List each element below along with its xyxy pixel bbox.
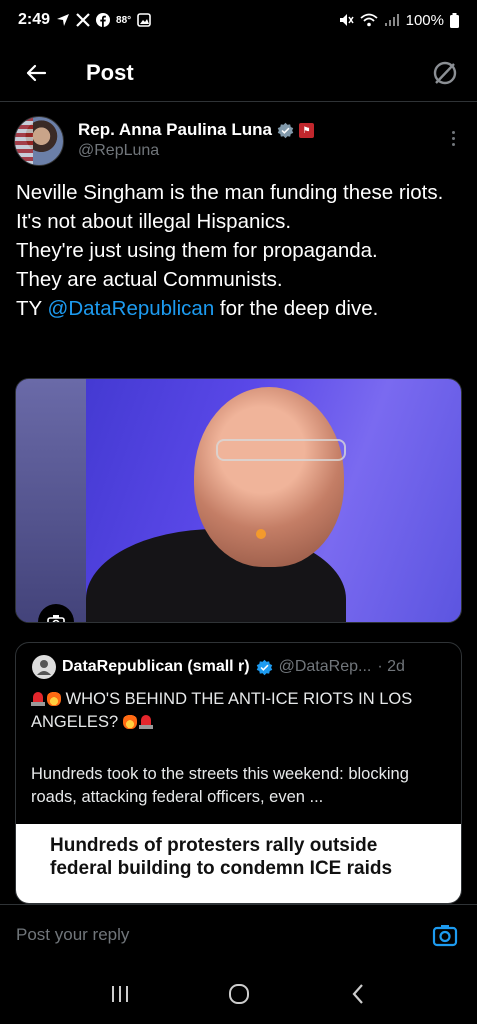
more-dot-icon bbox=[451, 142, 455, 146]
page-title: Post bbox=[86, 59, 134, 85]
battery-percent: 100% bbox=[405, 11, 444, 29]
facebook-icon bbox=[96, 13, 111, 27]
government-badge-icon: ⚑ bbox=[298, 122, 314, 138]
recent-apps-icon bbox=[111, 986, 128, 1002]
quote-avatar bbox=[32, 655, 56, 679]
siren-icon bbox=[138, 713, 153, 729]
mute-icon bbox=[339, 14, 354, 26]
status-temp: 88° bbox=[116, 14, 132, 26]
post-author: Rep. Anna Paulina Luna ⚑ @RepLuna bbox=[14, 116, 463, 172]
gallery-icon bbox=[137, 13, 151, 27]
author-name[interactable]: Rep. Anna Paulina Luna bbox=[78, 120, 272, 140]
quoted-post[interactable]: DataRepublican (small r) @DataRep... · 2… bbox=[15, 642, 462, 904]
x-app-icon bbox=[76, 13, 90, 27]
more-dot-icon bbox=[451, 136, 455, 140]
fire-icon bbox=[47, 690, 61, 706]
quote-time: · 2d bbox=[377, 658, 405, 675]
more-dot-icon bbox=[451, 130, 455, 134]
post-text: Neville Singham is the man funding these… bbox=[16, 178, 461, 323]
image-glasses bbox=[216, 439, 346, 461]
link-card-headline: Hundreds of protesters rally outside fed… bbox=[50, 835, 393, 879]
chevron-left-icon bbox=[352, 984, 363, 1004]
grok-icon bbox=[433, 61, 457, 84]
reply-camera-button[interactable] bbox=[431, 921, 459, 949]
siren-icon bbox=[31, 690, 45, 706]
quote-author-handle: @DataRep... bbox=[278, 658, 372, 675]
top-bar: Post bbox=[0, 44, 477, 102]
image-background-pillar bbox=[16, 379, 86, 622]
image-microphone bbox=[256, 529, 266, 539]
link-card[interactable]: Hundreds of protesters rally outside fed… bbox=[16, 824, 461, 903]
quote-title: WHO'S BEHIND THE ANTI-ICE RIOTS IN LOS A… bbox=[31, 688, 447, 734]
reply-bar bbox=[0, 904, 477, 964]
avatar[interactable] bbox=[14, 116, 64, 166]
reply-input[interactable] bbox=[16, 924, 396, 945]
system-back-button[interactable] bbox=[338, 974, 378, 1014]
author-handle[interactable]: @RepLuna bbox=[78, 142, 314, 160]
home-icon bbox=[228, 984, 249, 1004]
navigation-icon bbox=[57, 14, 70, 26]
more-options-button[interactable] bbox=[443, 126, 463, 150]
quote-title-text: WHO'S BEHIND THE ANTI-ICE RIOTS IN LOS A… bbox=[31, 690, 413, 731]
recent-apps-button[interactable] bbox=[100, 974, 140, 1014]
arrow-left-icon bbox=[26, 64, 47, 81]
signal-icon bbox=[384, 14, 399, 26]
emoji-group-end bbox=[122, 713, 153, 729]
grok-button[interactable] bbox=[427, 55, 463, 91]
home-button[interactable] bbox=[219, 974, 259, 1014]
image-person-head bbox=[194, 387, 344, 567]
quote-author-name: DataRepublican (small r) bbox=[62, 658, 250, 675]
system-nav-bar bbox=[0, 964, 477, 1024]
battery-icon bbox=[450, 12, 459, 28]
fire-icon bbox=[122, 713, 137, 729]
verified-badge-icon bbox=[277, 122, 294, 138]
wifi-icon bbox=[360, 13, 378, 27]
status-time: 2:49 bbox=[18, 11, 51, 28]
quote-avatar-icon bbox=[37, 660, 51, 675]
emoji-group-start bbox=[31, 690, 61, 706]
camera-icon bbox=[47, 615, 65, 622]
verified-badge-icon bbox=[256, 659, 272, 675]
mention-link[interactable]: @DataRepublican bbox=[48, 297, 215, 320]
back-button[interactable] bbox=[16, 53, 56, 93]
post-text-tail: for the deep dive. bbox=[214, 297, 379, 320]
camera-icon bbox=[432, 924, 458, 946]
status-bar: 2:49 88° 100% bbox=[0, 0, 477, 40]
quote-body: Hundreds took to the streets this weeken… bbox=[31, 765, 409, 806]
post-image[interactable] bbox=[15, 378, 462, 623]
